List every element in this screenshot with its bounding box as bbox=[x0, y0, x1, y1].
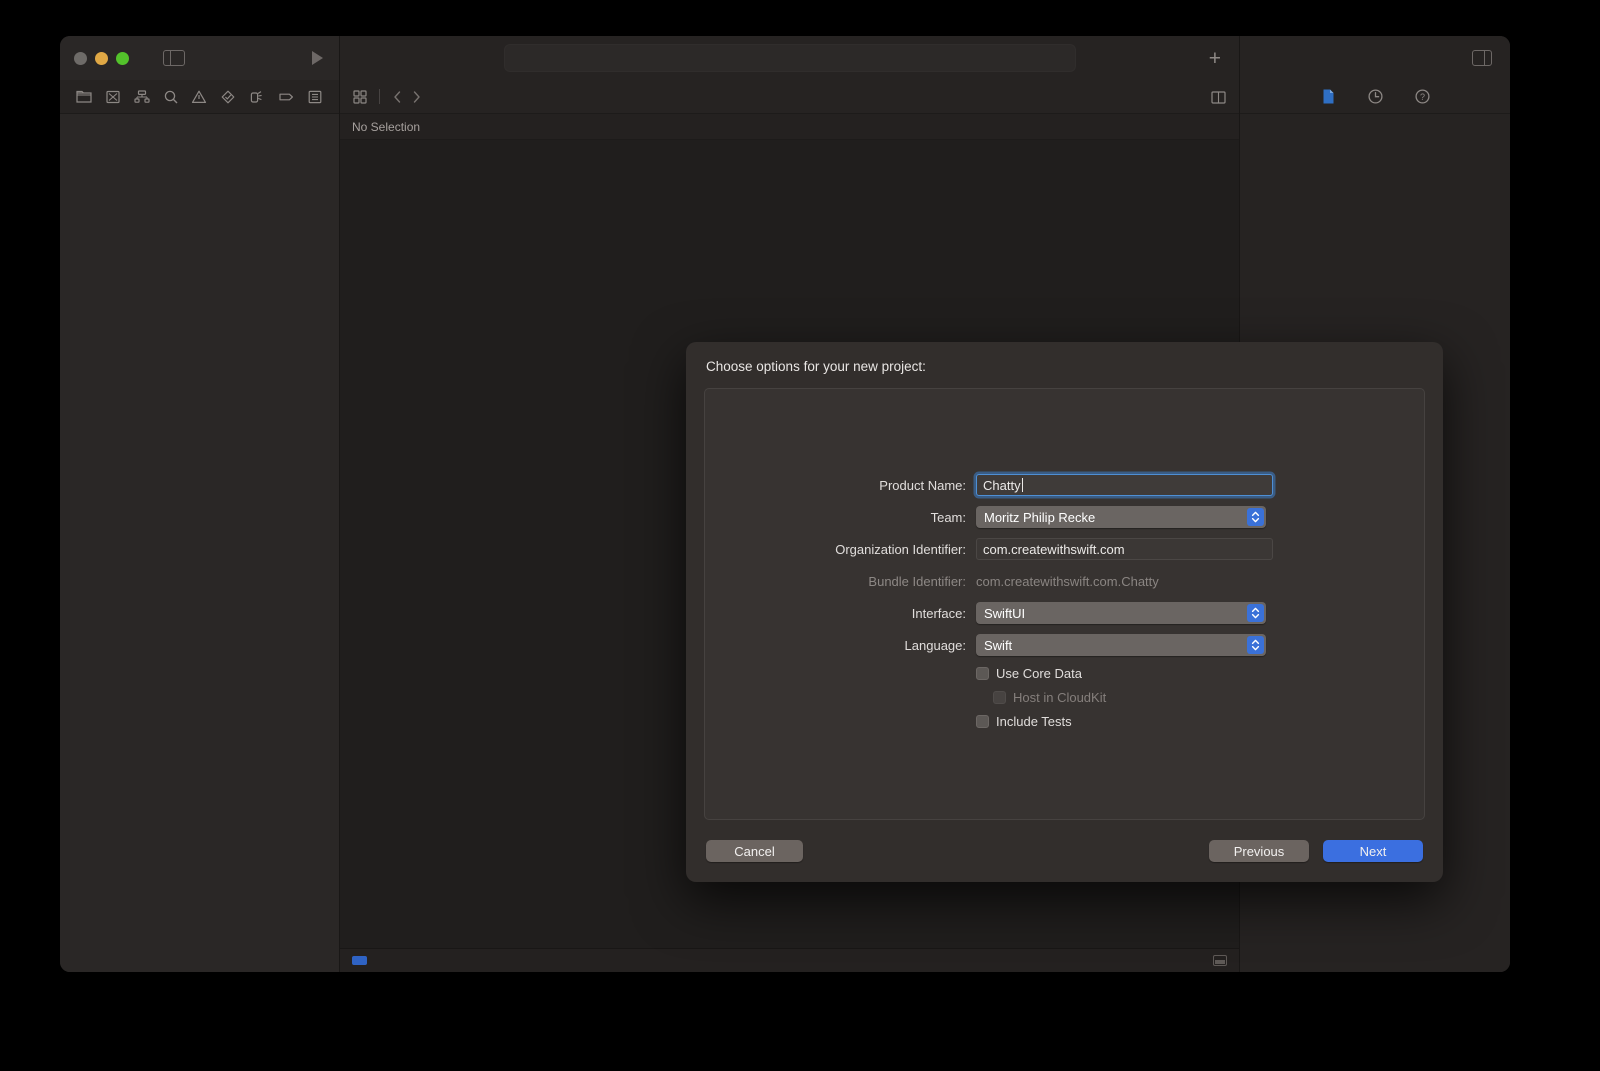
project-navigator-icon[interactable] bbox=[75, 88, 93, 106]
editor-status-bar bbox=[340, 948, 1239, 972]
dialog-title: Choose options for your new project: bbox=[706, 359, 926, 374]
checkbox-row-include-tests[interactable]: Include Tests bbox=[705, 714, 1424, 729]
field-row-bundle-identifier: Bundle Identifier: com.createwithswift.c… bbox=[705, 570, 1424, 592]
traffic-lights bbox=[74, 51, 129, 65]
editor-jumpbar bbox=[340, 80, 1239, 114]
breakpoint-navigator-icon[interactable] bbox=[277, 88, 295, 106]
chevron-updown-icon bbox=[1247, 636, 1264, 654]
include-tests-checkbox[interactable] bbox=[976, 715, 989, 728]
chevron-updown-icon bbox=[1247, 604, 1264, 622]
dialog-action-bar: Cancel Previous Next bbox=[704, 820, 1425, 882]
project-options-form: Product Name: Chatty Team: Moritz Philip… bbox=[705, 474, 1424, 738]
dialog-form-panel: Product Name: Chatty Team: Moritz Philip… bbox=[704, 388, 1425, 820]
organization-identifier-value: com.createwithswift.com bbox=[983, 541, 1125, 557]
product-name-value: Chatty bbox=[983, 477, 1021, 493]
product-name-control: Chatty bbox=[976, 474, 1273, 496]
symbol-navigator-icon[interactable] bbox=[133, 88, 151, 106]
breadcrumb[interactable]: No Selection bbox=[352, 120, 420, 134]
window-titlebar: + bbox=[60, 36, 1510, 80]
include-tests-label: Include Tests bbox=[996, 714, 1072, 729]
svg-text:?: ? bbox=[1419, 92, 1424, 102]
language-value: Swift bbox=[984, 637, 1013, 653]
xcode-window: + No Selection Choose options for your n… bbox=[60, 36, 1510, 972]
field-row-organization-identifier: Organization Identifier: com.createwiths… bbox=[705, 538, 1424, 560]
interface-select[interactable]: SwiftUI bbox=[976, 602, 1266, 624]
run-play-icon[interactable] bbox=[312, 51, 323, 65]
maximize-window-button[interactable] bbox=[116, 51, 129, 65]
titlebar-left-section bbox=[60, 36, 340, 80]
bundle-identifier-control: com.createwithswift.com.Chatty bbox=[976, 570, 1273, 592]
language-control: Swift bbox=[976, 634, 1266, 656]
source-control-navigator-icon[interactable] bbox=[104, 88, 122, 106]
previous-button[interactable]: Previous bbox=[1209, 840, 1309, 862]
chevron-left-icon[interactable] bbox=[391, 89, 404, 105]
navigator-content[interactable] bbox=[60, 114, 339, 972]
add-editor-icon[interactable] bbox=[1210, 89, 1227, 105]
checkbox-row-host-in-cloudkit: Host in CloudKit bbox=[705, 690, 1424, 705]
left-sidebar-icon[interactable] bbox=[163, 50, 185, 66]
product-name-label: Product Name: bbox=[879, 477, 966, 493]
minimize-window-button[interactable] bbox=[95, 51, 108, 65]
chevron-right-icon[interactable] bbox=[410, 89, 423, 105]
cancel-button[interactable]: Cancel bbox=[706, 840, 803, 862]
navigator-panel bbox=[60, 80, 340, 972]
history-inspector-icon[interactable] bbox=[1367, 88, 1384, 105]
close-window-button[interactable] bbox=[74, 51, 87, 65]
chevron-updown-icon bbox=[1247, 508, 1264, 526]
right-sidebar-icon[interactable] bbox=[1472, 50, 1492, 66]
report-navigator-icon[interactable] bbox=[306, 88, 324, 106]
show-debug-area-icon[interactable] bbox=[1213, 955, 1227, 966]
editor-canvas[interactable]: Choose options for your new project: Pro… bbox=[340, 140, 1443, 948]
file-inspector-icon[interactable] bbox=[1320, 88, 1337, 105]
filter-indicator-icon[interactable] bbox=[352, 956, 367, 965]
field-row-language: Language: Swift bbox=[705, 634, 1424, 656]
field-row-product-name: Product Name: Chatty bbox=[705, 474, 1424, 496]
organization-identifier-label: Organization Identifier: bbox=[835, 541, 966, 557]
use-core-data-label: Use Core Data bbox=[996, 666, 1082, 681]
host-in-cloudkit-checkbox bbox=[993, 691, 1006, 704]
interface-label: Interface: bbox=[911, 605, 966, 621]
host-in-cloudkit-label: Host in CloudKit bbox=[1013, 690, 1107, 705]
jumpbar-divider bbox=[379, 89, 380, 104]
editor-breadcrumb-row: No Selection bbox=[340, 114, 1239, 140]
window-body: No Selection Choose options for your new… bbox=[60, 80, 1510, 972]
debug-navigator-icon[interactable] bbox=[248, 88, 266, 106]
new-project-options-dialog: Choose options for your new project: Pro… bbox=[686, 342, 1443, 882]
field-row-team: Team: Moritz Philip Recke bbox=[705, 506, 1424, 528]
activity-status-bar bbox=[503, 44, 1076, 72]
language-label: Language: bbox=[904, 637, 966, 653]
checkbox-row-use-core-data[interactable]: Use Core Data bbox=[705, 666, 1424, 681]
team-value: Moritz Philip Recke bbox=[984, 509, 1096, 525]
related-items-icon[interactable] bbox=[352, 89, 368, 105]
text-caret bbox=[1021, 478, 1023, 492]
bundle-identifier-label: Bundle Identifier: bbox=[868, 573, 966, 589]
language-select[interactable]: Swift bbox=[976, 634, 1266, 656]
interface-control: SwiftUI bbox=[976, 602, 1266, 624]
titlebar-right-section bbox=[1240, 36, 1510, 80]
editor-area: No Selection Choose options for your new… bbox=[340, 80, 1443, 972]
team-select[interactable]: Moritz Philip Recke bbox=[976, 506, 1266, 528]
quick-help-inspector-icon[interactable]: ? bbox=[1414, 88, 1431, 105]
organization-identifier-control: com.createwithswift.com bbox=[976, 538, 1273, 560]
use-core-data-checkbox[interactable] bbox=[976, 667, 989, 680]
plus-icon[interactable]: + bbox=[1209, 48, 1221, 69]
next-button[interactable]: Next bbox=[1323, 840, 1423, 862]
organization-identifier-input[interactable]: com.createwithswift.com bbox=[976, 538, 1273, 560]
inspector-tab-bar: ? bbox=[1240, 80, 1510, 114]
field-row-interface: Interface: SwiftUI bbox=[705, 602, 1424, 624]
find-navigator-icon[interactable] bbox=[162, 88, 180, 106]
team-label: Team: bbox=[930, 509, 966, 525]
bundle-identifier-value: com.createwithswift.com.Chatty bbox=[976, 573, 1159, 589]
titlebar-center-section: + bbox=[340, 36, 1240, 80]
test-navigator-icon[interactable] bbox=[219, 88, 237, 106]
issue-navigator-icon[interactable] bbox=[190, 88, 208, 106]
navigator-toolbar bbox=[60, 80, 339, 114]
team-control: Moritz Philip Recke bbox=[976, 506, 1266, 528]
interface-value: SwiftUI bbox=[984, 605, 1026, 621]
product-name-input[interactable]: Chatty bbox=[976, 474, 1273, 496]
